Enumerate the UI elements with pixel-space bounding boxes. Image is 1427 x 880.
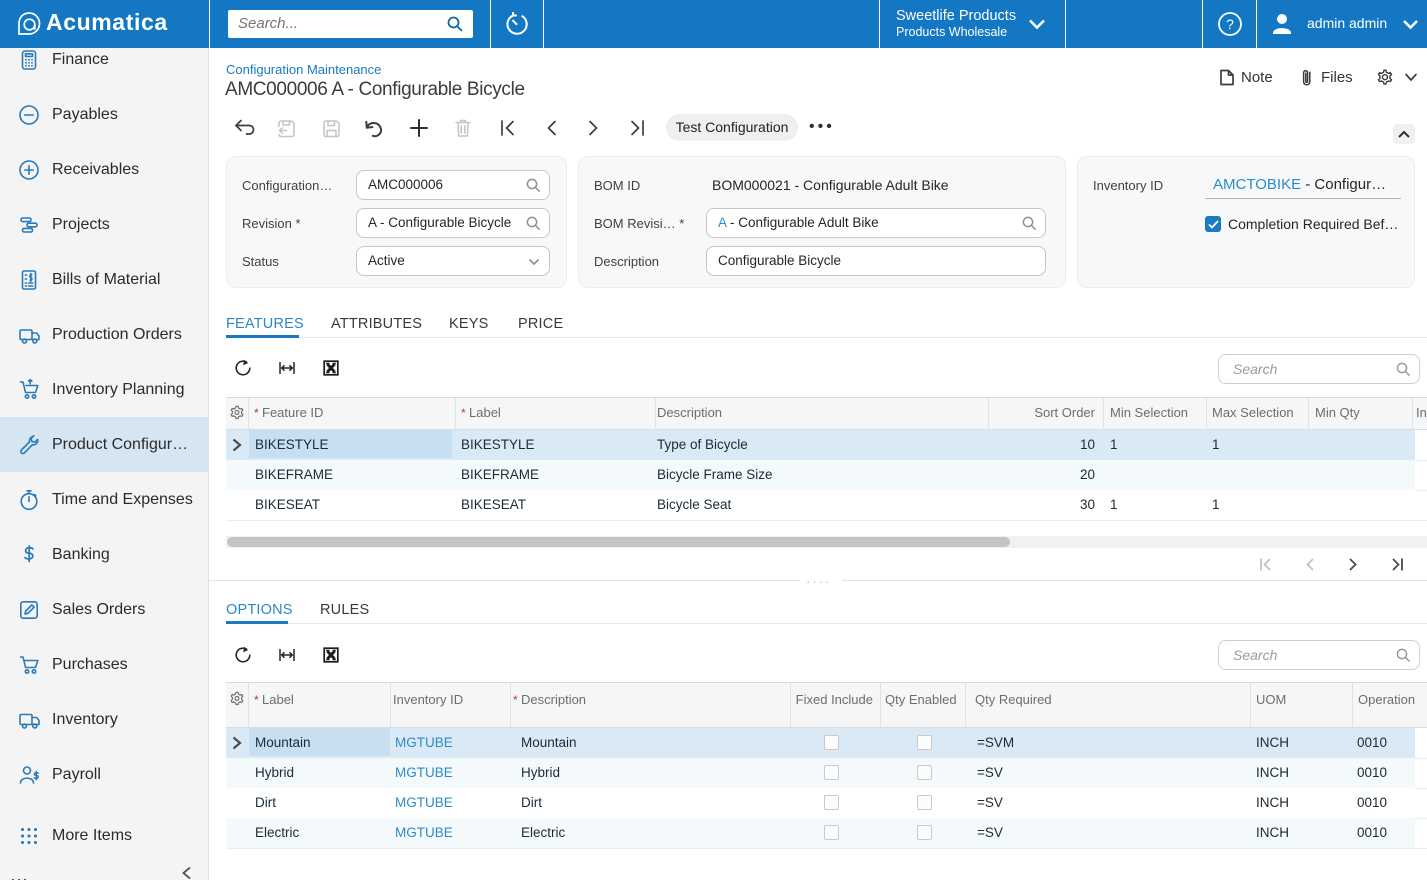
svg-text:?: ? xyxy=(1226,16,1234,32)
